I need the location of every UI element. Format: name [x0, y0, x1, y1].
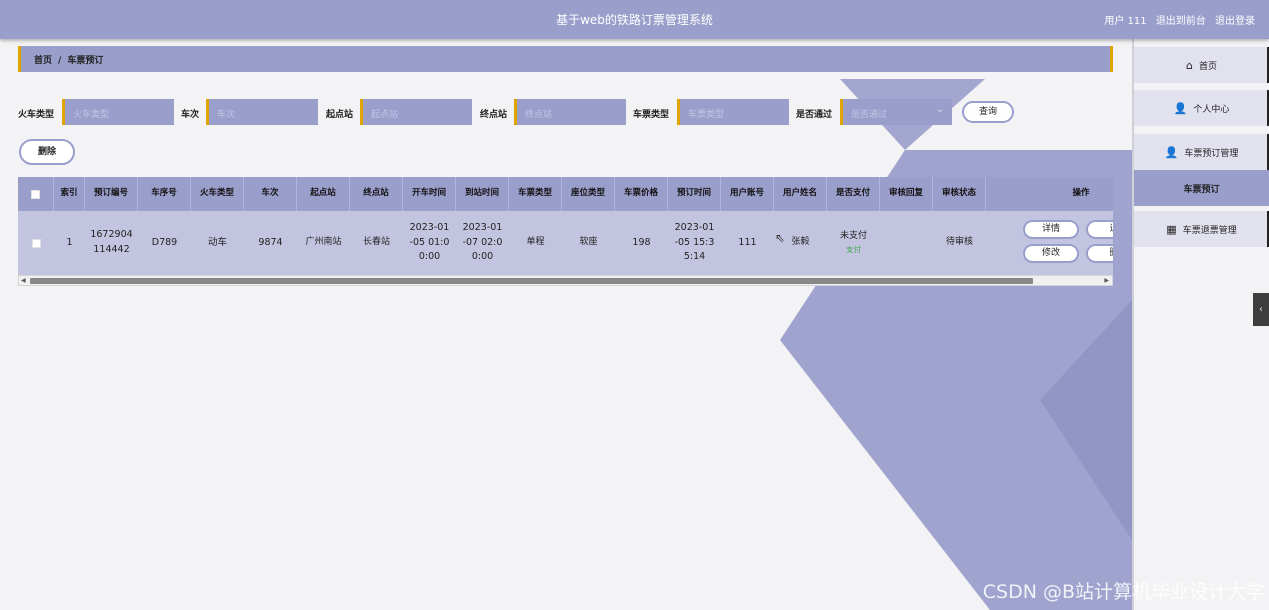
row-checkbox[interactable]: [31, 238, 41, 248]
user-label: 用户 111: [1104, 16, 1147, 27]
sidebar-item-label: 首页: [1198, 61, 1217, 72]
chevron-left-icon: ‹: [1259, 304, 1263, 315]
logout-link[interactable]: 退出登录: [1215, 16, 1255, 27]
sidebar-item-label: 个人中心: [1193, 104, 1230, 115]
edit-button[interactable]: 修改: [1023, 244, 1079, 263]
cell-review-reply: [880, 211, 933, 275]
ticket-type-label: 车票类型: [633, 110, 670, 120]
cell-ticket-type: 单程: [526, 237, 545, 248]
cell-depart: 2023-01 -05 01:0 0:00: [409, 221, 450, 263]
end-input[interactable]: 终点站: [514, 99, 626, 125]
sidebar-item-label: 车票预订管理: [1184, 148, 1239, 159]
approved-label: 是否通过: [796, 110, 833, 120]
header-depart: 开车时间: [403, 177, 456, 211]
booking-table: 索引 预订编号 车序号 火车类型 车次 起点站 终点站 开车时间 到站时间 车票…: [18, 177, 1113, 287]
query-button[interactable]: 查询: [962, 101, 1014, 123]
cell-car-no: D789: [151, 236, 178, 248]
sidebar: ⌂ 首页 👤 个人中心 👤 车票预订管理 车票预订 ▦ 车票退票管理: [1132, 39, 1269, 610]
sidebar-item-label: 车票预订: [1183, 184, 1220, 195]
top-bar: 基于web的铁路订票管理系统 用户 111 退出到前台 退出登录: [0, 0, 1269, 39]
cell-index: 1: [66, 236, 73, 248]
end-label: 终点站: [480, 110, 508, 120]
cell-operations: 详情 退 修改 删: [1023, 211, 1113, 275]
cell-paid: 未支付 支付: [827, 211, 880, 275]
cell-account: 111: [738, 236, 757, 248]
header-select-all[interactable]: [18, 177, 54, 211]
delete-button[interactable]: 删除: [19, 139, 75, 165]
scrollbar-thumb[interactable]: [30, 278, 1033, 284]
header-operations: 操作: [1072, 188, 1090, 199]
sidebar-toggle-button[interactable]: ‹: [1253, 293, 1269, 326]
train-no-label: 车次: [181, 110, 200, 120]
sidebar-item-profile[interactable]: 👤 个人中心: [1134, 90, 1269, 126]
table-row: 1 1672904 114442 D789 动车 9874 广州南站 长春站 2…: [18, 211, 1113, 275]
breadcrumb: 首页 / 车票预订: [18, 46, 1113, 72]
approved-select[interactable]: 是否通过: [840, 99, 952, 125]
cell-train-no: 9874: [258, 236, 283, 248]
cell-booking-no: 1672904 114442: [90, 229, 133, 255]
scroll-left-icon[interactable]: ◀: [21, 276, 26, 285]
header-ticket-type: 车票类型: [509, 177, 562, 211]
header-train-type: 火车类型: [191, 177, 244, 211]
sidebar-item-refund-management[interactable]: ▦ 车票退票管理: [1134, 211, 1269, 247]
pay-link[interactable]: 支付: [846, 244, 861, 256]
start-input[interactable]: 起点站: [360, 99, 472, 125]
train-type-input[interactable]: 火车类型: [62, 99, 174, 125]
user-area: 用户 111 退出到前台 退出登录: [1098, 12, 1255, 27]
train-no-input[interactable]: 车次: [206, 99, 318, 125]
row-select[interactable]: [18, 211, 54, 275]
header-account: 用户账号: [721, 177, 774, 211]
breadcrumb-current: 车票预订: [67, 56, 104, 66]
table-header: 索引 预订编号 车序号 火车类型 车次 起点站 终点站 开车时间 到站时间 车票…: [18, 177, 1113, 211]
start-label: 起点站: [326, 110, 354, 120]
header-review-status: 审核状态: [933, 177, 986, 211]
horizontal-scrollbar[interactable]: ◀ ▶: [18, 275, 1113, 286]
header-end: 终点站: [350, 177, 403, 211]
grid-icon: ▦: [1166, 222, 1177, 236]
header-start: 起点站: [297, 177, 350, 211]
header-arrive: 到站时间: [456, 177, 509, 211]
sidebar-item-booking[interactable]: 车票预订: [1134, 170, 1269, 206]
sidebar-item-home[interactable]: ⌂ 首页: [1134, 47, 1269, 83]
cell-start: 广州南站: [305, 237, 342, 248]
header-train-no: 车次: [244, 177, 297, 211]
cell-review-status: 待审核: [945, 237, 973, 248]
header-review-reply: 审核回复: [880, 177, 933, 211]
back-to-frontend-link[interactable]: 退出到前台: [1156, 16, 1206, 27]
cell-end: 长春站: [362, 237, 390, 248]
cell-seat-type: 软座: [579, 237, 598, 248]
user-icon: 👤: [1164, 145, 1179, 159]
paid-status: 未支付: [839, 231, 867, 242]
sidebar-item-booking-management[interactable]: 👤 车票预订管理: [1134, 134, 1269, 170]
header-seat-type: 座位类型: [562, 177, 615, 211]
ticket-type-input[interactable]: 车票类型: [677, 99, 789, 125]
mouse-cursor-icon: ⇖: [775, 231, 786, 245]
detail-button[interactable]: 详情: [1023, 220, 1079, 239]
cell-booking-time: 2023-01 -05 15:3 5:14: [674, 221, 715, 263]
app-title: 基于web的铁路订票管理系统: [556, 13, 713, 27]
refund-button[interactable]: 退: [1086, 220, 1113, 239]
cell-arrive: 2023-01 -07 02:0 0:00: [462, 221, 503, 263]
background-decoration: [780, 79, 1132, 610]
header-name: 用户姓名: [774, 177, 827, 211]
scroll-right-icon[interactable]: ▶: [1104, 276, 1109, 285]
cell-price: 198: [632, 236, 651, 248]
home-icon: ⌂: [1186, 58, 1193, 72]
header-booking-no: 预订编号: [85, 177, 138, 211]
breadcrumb-separator: /: [58, 56, 62, 66]
user-icon: 👤: [1173, 101, 1188, 115]
header-price: 车票价格: [615, 177, 668, 211]
row-delete-button[interactable]: 删: [1086, 244, 1113, 263]
breadcrumb-home[interactable]: 首页: [34, 56, 52, 66]
header-index: 索引: [54, 177, 85, 211]
header-booking-time: 预订时间: [668, 177, 721, 211]
header-paid: 是否支付: [827, 177, 880, 211]
cell-train-type: 动车: [207, 236, 227, 248]
select-all-checkbox[interactable]: [31, 189, 40, 199]
watermark: CSDN @B站计算机毕业设计大学: [982, 581, 1265, 603]
sidebar-item-label: 车票退票管理: [1182, 225, 1237, 236]
header-car-no: 车序号: [138, 177, 191, 211]
train-type-label: 火车类型: [18, 110, 55, 120]
